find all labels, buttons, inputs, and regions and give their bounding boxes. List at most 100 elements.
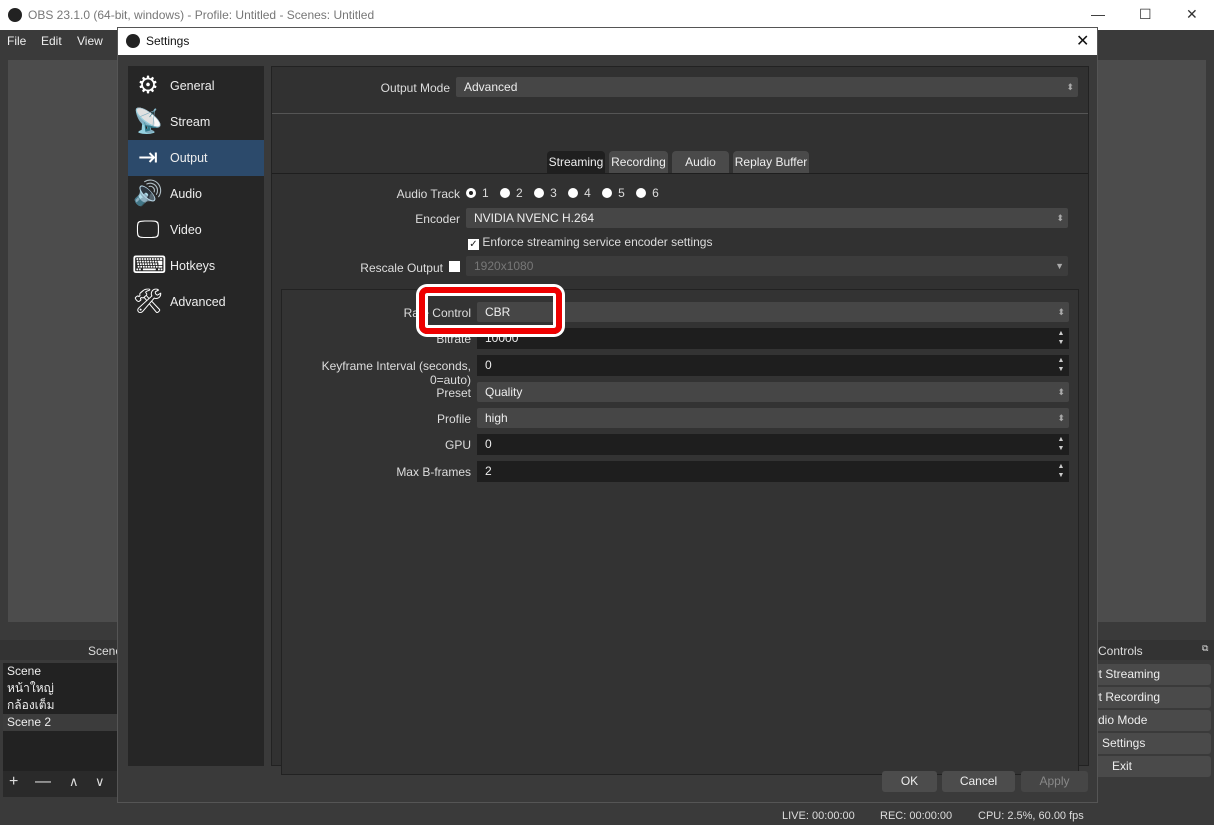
- rescale-checkbox[interactable]: [449, 261, 460, 272]
- apply-button[interactable]: Apply: [1021, 771, 1088, 792]
- radio-track-6[interactable]: [636, 188, 647, 198]
- studio-mode-button[interactable]: tudio Mode: [1086, 710, 1211, 731]
- scene-item[interactable]: Scene: [3, 663, 117, 680]
- scene-item-selected[interactable]: Scene 2: [3, 714, 117, 731]
- sidebar-label: Advanced: [170, 295, 226, 309]
- sidebar-item-stream[interactable]: 📡 Stream: [128, 104, 264, 140]
- audio-track-label: Audio Track: [396, 187, 460, 201]
- chevron-updown-icon: ⬍: [1057, 413, 1065, 423]
- bitrate-input[interactable]: 10000 ▲ ▼: [477, 328, 1069, 349]
- sidebar-item-advanced[interactable]: 🛠 Advanced: [128, 284, 264, 320]
- sidebar-item-audio[interactable]: 🔊 Audio: [128, 176, 264, 212]
- menu-file[interactable]: File: [7, 34, 26, 48]
- move-down-button[interactable]: ∨: [95, 774, 105, 790]
- encoder-select[interactable]: NVIDIA NVENC H.264 ⬍: [466, 208, 1068, 228]
- radio-track-4[interactable]: [568, 188, 579, 198]
- tab-streaming[interactable]: Streaming: [547, 151, 605, 173]
- radio-track-5[interactable]: [602, 188, 613, 198]
- scene-toolbar: + — ∧ ∨: [3, 771, 117, 797]
- bitrate-highlight-annotation: [419, 287, 562, 334]
- keyframe-label: Keyframe Interval (seconds, 0=auto): [321, 359, 471, 387]
- dialog-titlebar: Settings ✕: [118, 28, 1097, 55]
- move-up-button[interactable]: ∧: [69, 774, 79, 790]
- track-label: 6: [652, 186, 659, 200]
- monitor-icon: 🖵: [136, 216, 160, 243]
- enforce-checkbox-row[interactable]: ✓ Enforce streaming service encoder sett…: [468, 235, 712, 250]
- tab-audio[interactable]: Audio: [672, 151, 729, 173]
- dialog-close-button[interactable]: ✕: [1076, 31, 1089, 51]
- main-window-title: OBS 23.1.0 (64-bit, windows) - Profile: …: [28, 8, 375, 22]
- spin-arrows-icon[interactable]: ▲ ▼: [1054, 356, 1068, 374]
- gpu-input[interactable]: 0 ▲ ▼: [477, 434, 1069, 455]
- tab-recording[interactable]: Recording: [609, 151, 668, 173]
- tab-replay-buffer[interactable]: Replay Buffer: [733, 151, 809, 173]
- obs-logo-icon: [126, 34, 140, 48]
- output-panel: Output Mode Advanced ⬍ Streaming Recordin…: [271, 66, 1089, 775]
- preset-select[interactable]: Quality ⬍: [477, 382, 1069, 402]
- scene-item[interactable]: หน้าใหญ่: [3, 680, 117, 697]
- gear-icon: ⚙: [137, 72, 159, 99]
- rate-control-select[interactable]: CBR ⬍: [477, 302, 1069, 322]
- gpu-value: 0: [485, 437, 492, 451]
- scene-item[interactable]: กล้องเต็ม: [3, 697, 117, 714]
- settings-sidebar: ⚙ General 📡 Stream ⇥ Output 🔊 Audio 🖵 Video ⌨…: [128, 66, 264, 766]
- remove-scene-button[interactable]: —: [35, 773, 51, 791]
- output-mode-select[interactable]: Advanced ⬍: [456, 77, 1078, 97]
- settings-dialog: Settings ✕ ⚙ General 📡 Stream ⇥ Output 🔊 Aud…: [117, 27, 1098, 803]
- spin-arrows-icon[interactable]: ▲ ▼: [1054, 435, 1068, 453]
- encoder-settings-group: Rate Control CBR ⬍ Bitrate 10000 ▲ ▼ Keyfra…: [281, 289, 1079, 775]
- keyframe-input[interactable]: 0 ▲ ▼: [477, 355, 1069, 376]
- rec-status: REC: 00:00:00: [880, 810, 953, 822]
- bframes-value: 2: [485, 464, 492, 478]
- divider: [272, 113, 1088, 114]
- bitrate-label: Bitrate: [436, 332, 471, 346]
- chevron-updown-icon: ⬍: [1066, 82, 1074, 92]
- tools-icon: 🛠: [132, 288, 164, 315]
- sidebar-label: Stream: [170, 115, 211, 129]
- close-window-button[interactable]: ✕: [1186, 6, 1198, 23]
- menu-edit[interactable]: Edit: [41, 34, 62, 48]
- bframes-input[interactable]: 2 ▲ ▼: [477, 461, 1069, 482]
- controls-title: Controls: [1098, 644, 1143, 658]
- ok-button[interactable]: OK: [882, 771, 937, 792]
- sidebar-item-video[interactable]: 🖵 Video: [128, 212, 264, 248]
- sidebar-item-hotkeys[interactable]: ⌨ Hotkeys: [128, 248, 264, 284]
- main-titlebar: OBS 23.1.0 (64-bit, windows) - Profile: …: [0, 0, 1214, 30]
- track-label: 4: [584, 186, 591, 200]
- exit-button[interactable]: Exit: [1086, 756, 1211, 777]
- chevron-updown-icon: ⬍: [1057, 387, 1065, 397]
- start-streaming-button[interactable]: art Streaming: [1086, 664, 1211, 685]
- spin-arrows-icon[interactable]: ▲ ▼: [1054, 462, 1068, 480]
- divider: [272, 173, 1088, 174]
- spin-arrows-icon[interactable]: ▲ ▼: [1054, 329, 1068, 347]
- profile-select[interactable]: high ⬍: [477, 408, 1069, 428]
- speaker-icon: 🔊: [133, 180, 163, 207]
- radio-track-3[interactable]: [534, 188, 545, 198]
- encoder-value: NVIDIA NVENC H.264: [474, 211, 595, 225]
- radio-track-1[interactable]: [466, 188, 476, 198]
- cancel-button[interactable]: Cancel: [942, 771, 1015, 792]
- sidebar-item-general[interactable]: ⚙ General: [128, 68, 264, 104]
- checkbox-checked-icon[interactable]: ✓: [468, 239, 479, 250]
- maximize-button[interactable]: ☐: [1139, 6, 1152, 23]
- preset-label: Preset: [436, 386, 471, 400]
- rescale-label: Rescale Output: [360, 261, 443, 275]
- float-icon[interactable]: ⧉: [1202, 643, 1208, 654]
- menu-view[interactable]: View: [77, 34, 103, 48]
- profile-label: Profile: [436, 412, 471, 426]
- sidebar-label: Audio: [170, 187, 202, 201]
- sidebar-item-output[interactable]: ⇥ Output: [128, 140, 264, 176]
- chevron-down-icon: ▼: [1055, 261, 1064, 271]
- radio-track-2[interactable]: [500, 188, 511, 198]
- add-scene-button[interactable]: +: [9, 773, 18, 791]
- chevron-updown-icon: ⬍: [1057, 307, 1065, 317]
- minimize-button[interactable]: —: [1091, 6, 1105, 22]
- sidebar-label: Hotkeys: [170, 259, 216, 273]
- scenes-header: Scene: [0, 640, 122, 660]
- start-recording-button[interactable]: art Recording: [1086, 687, 1211, 708]
- output-icon: ⇥: [137, 144, 159, 171]
- settings-button[interactable]: Settings: [1086, 733, 1211, 754]
- track-label: 5: [618, 186, 625, 200]
- preset-value: Quality: [485, 385, 523, 399]
- rescale-select[interactable]: 1920x1080 ▼: [466, 256, 1068, 276]
